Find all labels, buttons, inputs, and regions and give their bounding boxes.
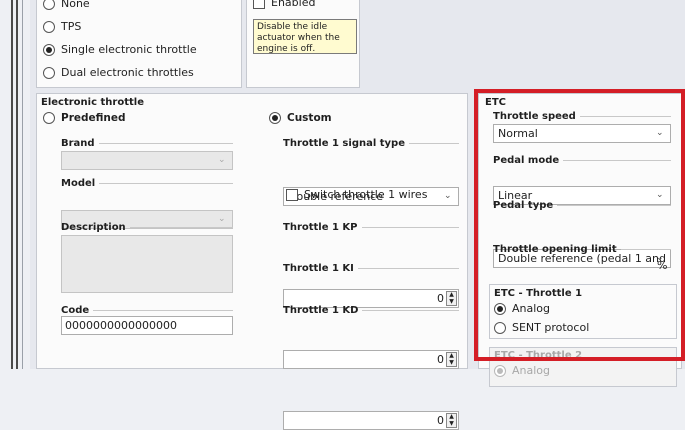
throttle2-analog-radio[interactable]: Analog — [494, 364, 550, 377]
chevron-down-icon: ⌄ — [444, 191, 452, 201]
kd-spinner[interactable]: 0 ▲ ▼ — [283, 411, 459, 430]
throttle-type-group: None TPS Single electronic throttle Dual… — [36, 0, 242, 88]
throttle2-analog-label: Analog — [512, 364, 551, 377]
idle-tooltip-text: Disable the idle actuator when the engin… — [257, 22, 340, 54]
signal-type-label: Throttle 1 signal type — [283, 138, 459, 149]
electronic-throttle-title: Electronic throttle — [41, 97, 144, 108]
description-label-text: Description — [61, 222, 126, 233]
kp-value: 0 — [437, 292, 444, 305]
code-label: Code — [61, 305, 233, 316]
throttle2-analog-indicator[interactable] — [494, 364, 506, 377]
radio-tps-label: TPS — [61, 20, 82, 33]
brand-label-text: Brand — [61, 138, 95, 149]
model-label-text: Model — [61, 178, 96, 189]
frame-divider — [11, 0, 13, 369]
brand-select[interactable]: ⌄ — [61, 151, 233, 170]
radio-predefined-indicator[interactable] — [43, 112, 55, 124]
kp-label: Throttle 1 KP — [283, 222, 459, 233]
radio-single-label: Single electronic throttle — [61, 43, 197, 56]
radio-dual-electronic-throttles[interactable]: Dual electronic throttles — [43, 66, 194, 79]
idle-enabled-label: Enabled — [271, 0, 316, 9]
description-label: Description — [61, 222, 233, 233]
brand-label: Brand — [61, 138, 233, 149]
spinner-arrows-icon[interactable]: ▲▼ — [446, 352, 457, 367]
code-label-text: Code — [61, 305, 90, 316]
radio-tps[interactable]: TPS — [43, 20, 81, 33]
ki-value: 0 — [437, 353, 444, 366]
electronic-throttle-group: Electronic throttle Predefined Custom Br… — [36, 93, 468, 430]
ki-label-text: Throttle 1 KI — [283, 263, 354, 274]
frame-divider — [22, 0, 23, 369]
window-left-frame — [0, 0, 30, 369]
code-field[interactable]: 0000000000000000 — [61, 316, 233, 335]
idle-actuator-group: Enabled Disable the idle actuator when t… — [246, 0, 360, 88]
description-field[interactable] — [61, 235, 233, 293]
radio-custom-indicator[interactable] — [269, 112, 281, 124]
kp-label-text: Throttle 1 KP — [283, 222, 358, 233]
switch-wires-label: Switch throttle 1 wires — [304, 188, 428, 201]
idle-enabled-check[interactable] — [253, 0, 265, 9]
radio-none-indicator[interactable] — [43, 0, 55, 10]
etc-highlight-frame — [474, 89, 685, 361]
code-value: 0000000000000000 — [65, 319, 177, 332]
spinner-arrows-icon[interactable]: ▲▼ — [446, 413, 457, 428]
radio-custom[interactable]: Custom — [269, 112, 332, 124]
radio-none[interactable]: None — [43, 0, 90, 10]
idle-enabled-checkbox[interactable]: Enabled — [253, 0, 315, 9]
model-label: Model — [61, 178, 233, 189]
radio-dual-label: Dual electronic throttles — [61, 66, 194, 79]
radio-custom-label: Custom — [287, 112, 332, 124]
radio-single-indicator[interactable] — [43, 43, 55, 56]
kd-label: Throttle 1 KD — [283, 305, 459, 316]
chevron-down-icon: ⌄ — [218, 155, 226, 165]
radio-dual-indicator[interactable] — [43, 66, 55, 79]
kd-value: 0 — [437, 414, 444, 427]
radio-predefined[interactable]: Predefined — [43, 112, 126, 124]
ki-spinner[interactable]: 0 ▲ ▼ — [283, 350, 459, 369]
kd-label-text: Throttle 1 KD — [283, 305, 359, 316]
spinner-arrows-icon[interactable]: ▲▼ — [446, 291, 457, 306]
switch-wires-checkbox[interactable]: Switch throttle 1 wires — [286, 188, 427, 201]
signal-type-label-text: Throttle 1 signal type — [283, 138, 405, 149]
radio-single-electronic-throttle[interactable]: Single electronic throttle — [43, 43, 197, 56]
ki-label: Throttle 1 KI — [283, 263, 459, 274]
idle-tooltip: Disable the idle actuator when the engin… — [253, 19, 357, 54]
frame-divider — [16, 0, 18, 369]
radio-predefined-label: Predefined — [61, 112, 126, 124]
radio-tps-indicator[interactable] — [43, 20, 55, 33]
switch-wires-check[interactable] — [286, 188, 298, 201]
radio-none-label: None — [61, 0, 90, 10]
